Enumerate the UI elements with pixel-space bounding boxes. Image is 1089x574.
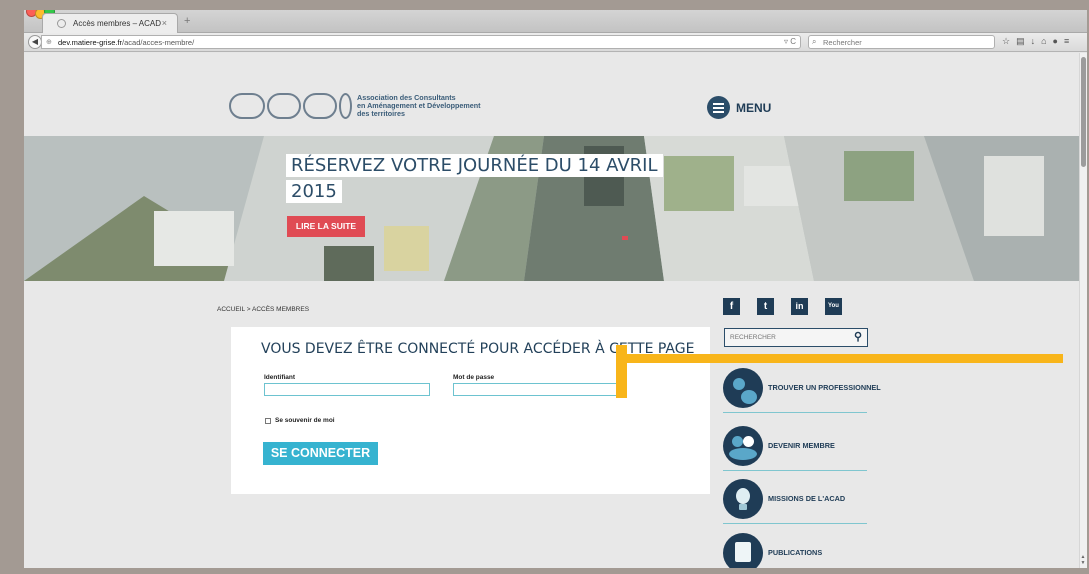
sidebar-item-label: TROUVER UN PROFESSIONNEL (768, 383, 881, 392)
sidebar-item-publications[interactable]: PUBLICATIONS (723, 528, 867, 568)
new-tab-button[interactable]: + (184, 15, 190, 27)
back-button[interactable]: ◀ (28, 35, 42, 49)
sidebar-item-find-professional[interactable]: TROUVER UN PROFESSIONNEL (723, 363, 881, 413)
url-host: dev.matiere-grise.fr (58, 38, 123, 47)
star-icon[interactable]: ☆ (1002, 36, 1016, 46)
sidebar-item-label: PUBLICATIONS (768, 548, 823, 557)
chat-icon[interactable]: ● (1053, 36, 1064, 46)
url-path: /acad/acces-membre/ (122, 38, 195, 47)
browser-search-placeholder: Rechercher (823, 38, 862, 47)
sidebar-item-label: DEVENIR MEMBRE (768, 441, 835, 450)
password-field[interactable] (453, 383, 619, 396)
username-field[interactable] (264, 383, 430, 396)
hero-title-line2: 2015 (286, 180, 342, 203)
browser-tab[interactable]: Accès membres – ACAD × (42, 13, 178, 33)
username-label: Identifiant (264, 374, 296, 381)
sidebar-search-input[interactable] (725, 329, 845, 346)
twitter-icon[interactable]: t (757, 298, 774, 315)
facebook-icon[interactable]: f (723, 298, 740, 315)
scrollbar-thumb[interactable] (1081, 57, 1086, 167)
browser-search-input[interactable]: ⌕ Rechercher (808, 35, 995, 49)
sidebar-item-become-member[interactable]: DEVENIR MEMBRE (723, 421, 867, 471)
home-icon[interactable]: ⌂ (1041, 36, 1052, 46)
logo-shape-a2 (303, 93, 337, 119)
bookmarks-icon[interactable]: ▤ (1016, 36, 1031, 46)
people-icon (723, 368, 763, 408)
breadcrumb[interactable]: ACCUEIL > ACCÈS MEMBRES (217, 306, 309, 313)
sidebar-item-label: MISSIONS DE L'ACAD (768, 494, 846, 503)
toolbar-icons: ☆▤↓⌂●≡ (1002, 36, 1075, 47)
reload-icon[interactable]: ▿ C (784, 37, 796, 46)
document-icon (723, 533, 763, 568)
remember-me-label: Se souvenir de moi (275, 417, 335, 424)
navigation-bar: ◀ ⊕ dev.matiere-grise.fr/acad/acces-memb… (24, 33, 1087, 52)
download-icon[interactable]: ↓ (1031, 36, 1042, 46)
youtube-icon[interactable]: You (825, 298, 842, 315)
annotation-marker-horizontal (625, 354, 1063, 363)
sidebar-item-missions[interactable]: MISSIONS DE L'ACAD (723, 474, 867, 524)
members-icon (723, 426, 763, 466)
lightbulb-icon (723, 479, 763, 519)
browser-window: Accès membres – ACAD × + ◀ ⊕ dev.matiere… (24, 10, 1087, 568)
tab-bar: Accès membres – ACAD × + (24, 10, 1087, 33)
menu-label: MENU (736, 101, 772, 115)
hamburger-icon[interactable]: ≡ (1064, 36, 1075, 46)
page-viewport: Association des Consultants en Aménageme… (24, 53, 1087, 568)
site-info-icon[interactable]: ⊕ (46, 38, 52, 46)
scroll-arrows-icon[interactable]: ▲ ▼ (1079, 554, 1087, 566)
logo-shape-c (267, 93, 301, 119)
hero-banner: RÉSERVEZ VOTRE JOURNÉE DU 14 AVRIL 2015 … (24, 136, 1079, 281)
hamburger-menu-icon (707, 96, 730, 119)
search-icon[interactable]: ⚲ (854, 330, 862, 343)
tab-close-icon[interactable]: × (162, 18, 167, 28)
read-more-button[interactable]: LIRE LA SUITE (287, 216, 365, 237)
page-scrollbar[interactable]: ▲ ▼ (1079, 53, 1087, 568)
remember-me-checkbox[interactable]: Se souvenir de moi (265, 417, 335, 424)
sidebar-search: ⚲ (724, 328, 868, 347)
logo-shape-d (339, 93, 352, 119)
checkbox-icon[interactable] (265, 417, 271, 424)
social-links: f t in You (723, 298, 859, 315)
favicon-icon (57, 19, 66, 28)
password-label: Mot de passe (453, 374, 495, 381)
hero-title-line1: RÉSERVEZ VOTRE JOURNÉE DU 14 AVRIL (286, 154, 663, 177)
linkedin-icon[interactable]: in (791, 298, 808, 315)
search-icon: ⌕ (812, 37, 817, 46)
tab-title: Accès membres – ACAD (73, 19, 162, 28)
logo-shape-a (229, 93, 265, 119)
address-bar[interactable]: ⊕ dev.matiere-grise.fr/acad/acces-membre… (41, 35, 801, 49)
login-form: VOUS DEVEZ ÊTRE CONNECTÉ POUR ACCÉDER À … (231, 327, 710, 494)
annotation-marker-vertical (616, 345, 627, 398)
login-button[interactable]: SE CONNECTER (263, 442, 378, 465)
hero-title: RÉSERVEZ VOTRE JOURNÉE DU 14 AVRIL 2015 (286, 153, 663, 205)
logo-text-line3: des territoires (357, 109, 405, 118)
acad-logo[interactable]: Association des Consultants en Aménageme… (229, 91, 499, 125)
